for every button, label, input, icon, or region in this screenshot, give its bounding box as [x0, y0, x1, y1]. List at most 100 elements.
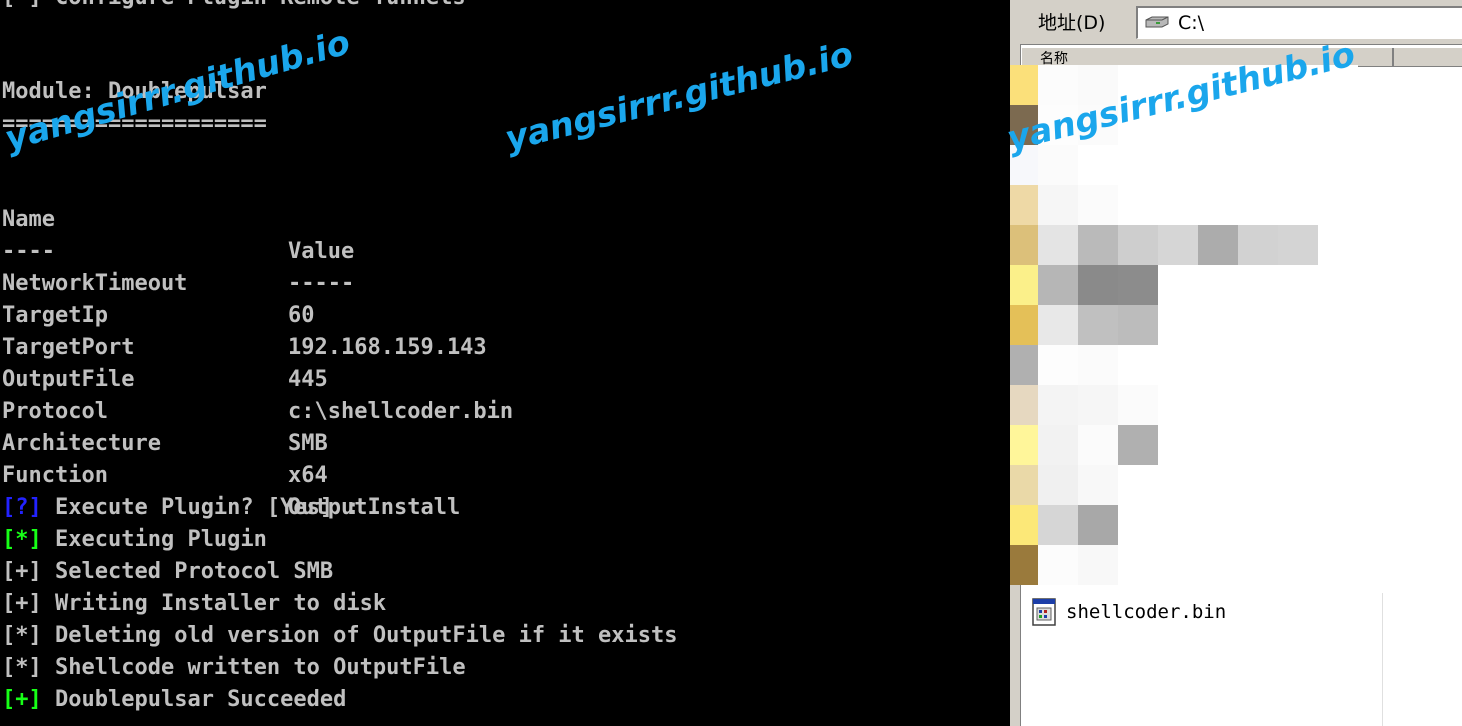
mosaic-cell	[1038, 345, 1078, 385]
log-tag-star: [*]	[2, 655, 42, 680]
terminal-module-title: Module: Doublepulsar	[2, 79, 267, 104]
mosaic-cell	[1318, 545, 1358, 585]
mosaic-cell	[1038, 545, 1078, 585]
log-text: Executing Plugin	[41, 527, 267, 552]
log-line: [*] Shellcode written to OutputFile	[2, 652, 466, 684]
mosaic-cell	[1010, 345, 1038, 385]
mosaic-cell	[1198, 105, 1238, 145]
mosaic-cell	[1010, 425, 1038, 465]
mosaic-cell	[1038, 65, 1078, 105]
mosaic-cell	[1078, 185, 1118, 225]
column-divider[interactable]	[1392, 48, 1394, 66]
terminal-column-header: Name Value	[2, 172, 354, 264]
mosaic-cell	[1038, 185, 1078, 225]
address-field[interactable]: C:\	[1136, 6, 1462, 39]
mosaic-cell	[1158, 225, 1198, 265]
mosaic-cell	[1318, 425, 1358, 465]
mosaic-cell	[1078, 345, 1118, 385]
mosaic-cell	[1238, 105, 1278, 145]
mosaic-cell	[1010, 145, 1038, 185]
mosaic-cell	[1158, 505, 1198, 545]
mosaic-cell	[1118, 65, 1158, 105]
mosaic-cell	[1238, 225, 1278, 265]
mosaic-cell	[1038, 505, 1078, 545]
log-text: Deleting old version of OutputFile if it…	[41, 623, 678, 648]
log-tag-plus: [+]	[2, 591, 42, 616]
log-text: Shellcode written to OutputFile	[41, 655, 466, 680]
mosaic-cell	[1198, 225, 1238, 265]
mosaic-cell	[1158, 465, 1198, 505]
file-explorer-window[interactable]: 地址(D) C:\ 名称 shellcoder.bin	[1010, 0, 1462, 726]
log-tag-star: [*]	[2, 623, 42, 648]
mosaic-cell	[1158, 425, 1198, 465]
log-text: Doublepulsar Succeeded	[41, 687, 347, 712]
mosaic-cell	[1238, 505, 1278, 545]
mosaic-cell	[1078, 65, 1118, 105]
mosaic-cell	[1158, 65, 1198, 105]
log-tag-star: [*]	[2, 527, 42, 552]
param-value: 445	[288, 367, 328, 392]
mosaic-cell	[1078, 225, 1118, 265]
mosaic-cell	[1318, 225, 1358, 265]
mosaic-cell	[1278, 145, 1318, 185]
mosaic-cell	[1198, 385, 1238, 425]
param-value: SMB	[288, 431, 328, 456]
log-line: [*] Deleting old version of OutputFile i…	[2, 620, 678, 652]
mosaic-cell	[1278, 225, 1318, 265]
mosaic-cell	[1318, 145, 1358, 185]
param-value: c:\shellcoder.bin	[288, 399, 514, 424]
mosaic-cell	[1198, 545, 1238, 585]
mosaic-cell	[1198, 305, 1238, 345]
mosaic-cell	[1318, 305, 1358, 345]
log-text: Writing Installer to disk	[41, 591, 387, 616]
mosaic-cell	[1078, 505, 1118, 545]
mosaic-cell	[1238, 185, 1278, 225]
mosaic-cell	[1198, 145, 1238, 185]
mosaic-cell	[1118, 105, 1158, 145]
mosaic-cell	[1158, 545, 1198, 585]
mosaic-cell	[1118, 385, 1158, 425]
column-value-rule: -----	[288, 271, 355, 296]
param-row: Function OutputInstall	[2, 428, 460, 520]
mosaic-cell	[1278, 305, 1318, 345]
param-row: Protocol SMB	[2, 364, 328, 456]
mosaic-cell	[1038, 225, 1078, 265]
log-line: [+] Writing Installer to disk	[2, 588, 386, 620]
address-label: 地址(D)	[1038, 12, 1106, 34]
mosaic-cell	[1038, 465, 1078, 505]
mosaic-cell	[1038, 145, 1078, 185]
log-tag-plus: [+]	[2, 687, 42, 712]
mosaic-cell	[1198, 265, 1238, 305]
mosaic-cell	[1118, 545, 1158, 585]
param-row: OutputFile c:\shellcoder.bin	[2, 332, 513, 424]
mosaic-cell	[1010, 545, 1038, 585]
mosaic-cell	[1078, 265, 1118, 305]
mosaic-cell	[1278, 345, 1318, 385]
mosaic-cell	[1318, 385, 1358, 425]
mosaic-cell	[1318, 105, 1358, 145]
address-value: C:\	[1178, 12, 1205, 34]
mosaic-cell	[1318, 265, 1358, 305]
mosaic-cell	[1198, 65, 1238, 105]
mosaic-cell	[1238, 385, 1278, 425]
bin-file-icon	[1032, 598, 1056, 626]
mosaic-cell	[1118, 305, 1158, 345]
param-value: x64	[288, 463, 328, 488]
mosaic-cell	[1278, 105, 1318, 145]
mosaic-cell	[1238, 265, 1278, 305]
mosaic-cell	[1238, 545, 1278, 585]
param-row: Architecture x64	[2, 396, 328, 488]
log-tag-plus: [+]	[2, 559, 42, 584]
mosaic-cell	[1278, 65, 1318, 105]
file-name: shellcoder.bin	[1066, 601, 1227, 623]
mosaic-cell	[1318, 465, 1358, 505]
mosaic-cell	[1078, 465, 1118, 505]
mosaic-cell	[1010, 465, 1038, 505]
mosaic-cell	[1238, 145, 1278, 185]
list-blank-area	[1382, 593, 1462, 726]
mosaic-cell	[1038, 425, 1078, 465]
terminal-window[interactable]: [*] Configure Plugin Remote Tunnels Modu…	[0, 0, 1010, 726]
mosaic-cell	[1318, 185, 1358, 225]
param-row: TargetIp 192.168.159.143	[2, 268, 487, 360]
log-text: Selected Protocol SMB	[41, 559, 334, 584]
